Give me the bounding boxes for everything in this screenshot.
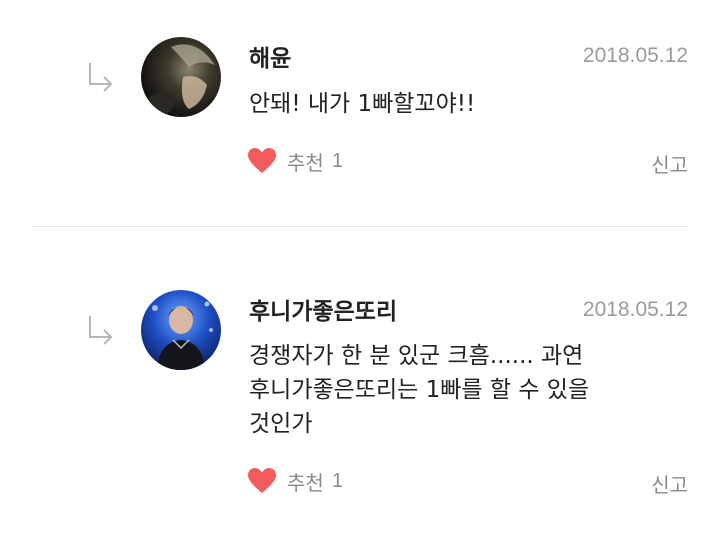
like-count: 1 bbox=[331, 469, 343, 492]
like-button[interactable]: 추천 1 bbox=[247, 145, 343, 177]
avatar[interactable] bbox=[141, 37, 221, 117]
comment-text-line: 경쟁자가 한 분 있군 크흠...... 과연 bbox=[249, 343, 584, 369]
comment-date: 2018.05.12 bbox=[582, 298, 688, 321]
like-button[interactable]: 추천 1 bbox=[247, 465, 343, 497]
comment-item: 후니가좋은또리 2018.05.12 경쟁자가 한 분 있군 크흠...... … bbox=[0, 227, 720, 540]
author-name[interactable]: 후니가좋은또리 bbox=[249, 292, 397, 326]
comment-text-line: 것인가 bbox=[249, 411, 313, 437]
comment-list: 해윤 2018.05.12 안돼! 내가 1빠할꼬야!! 추천 1 신고 후니가… bbox=[0, 0, 720, 540]
comment-text: 경쟁자가 한 분 있군 크흠...... 과연 후니가좋은또리는 1빠를 할 수… bbox=[249, 339, 669, 441]
profile-photo-icon bbox=[141, 37, 221, 117]
heart-icon bbox=[248, 468, 276, 493]
author-name[interactable]: 해윤 bbox=[249, 39, 291, 73]
like-label: 추천 bbox=[287, 150, 324, 175]
avatar[interactable] bbox=[141, 290, 221, 370]
like-label: 추천 bbox=[287, 470, 324, 495]
comment-date: 2018.05.12 bbox=[582, 44, 688, 67]
comment-item: 해윤 2018.05.12 안돼! 내가 1빠할꼬야!! 추천 1 신고 bbox=[0, 0, 720, 226]
report-button[interactable]: 신고 bbox=[651, 469, 688, 498]
reply-arrow-icon bbox=[89, 316, 113, 345]
reply-arrow-icon bbox=[89, 63, 113, 92]
heart-icon bbox=[248, 148, 276, 173]
report-button[interactable]: 신고 bbox=[651, 149, 688, 178]
profile-photo-icon bbox=[141, 290, 221, 370]
comment-text-line: 후니가좋은또리는 1빠를 할 수 있을 bbox=[249, 377, 590, 403]
like-count: 1 bbox=[331, 149, 343, 172]
comment-text: 안돼! 내가 1빠할꼬야!! bbox=[249, 91, 476, 117]
